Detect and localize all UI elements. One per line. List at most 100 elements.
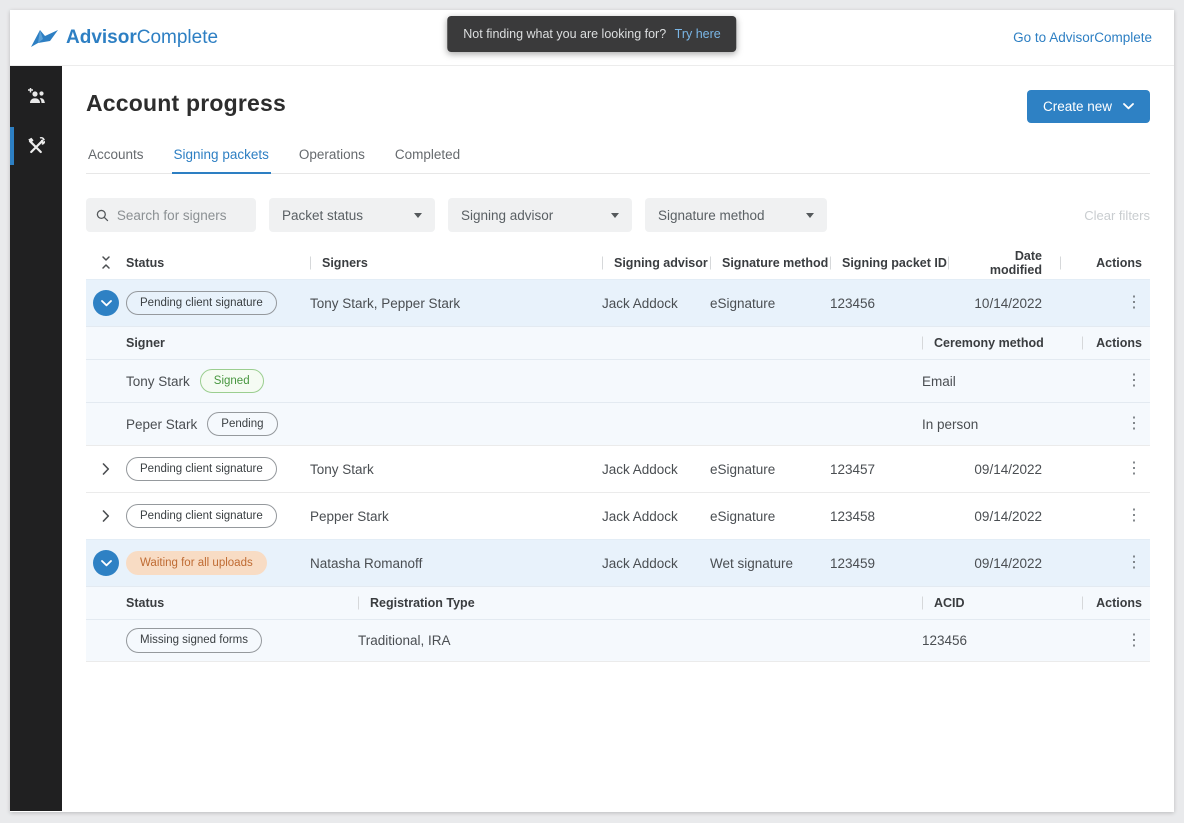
signer-subtable-header: Signer Ceremony method Actions — [86, 326, 1150, 359]
cell-signing-advisor: Jack Addock — [602, 461, 678, 477]
signer-status-badge: Pending — [207, 411, 278, 437]
chevron-down-icon — [100, 299, 112, 306]
cell-acid: 123456 — [922, 633, 968, 648]
account-actions-menu[interactable]: ⋮ — [1126, 632, 1142, 649]
cell-signature-method: Wet signature — [710, 555, 794, 571]
account-subtable-header: Status Registration Type ACID Actions — [86, 586, 1150, 619]
page-title: Account progress — [86, 90, 287, 116]
packet-row-4: Waiting for all uploads Natasha Romanoff… — [86, 539, 1150, 586]
tab-completed[interactable]: Completed — [393, 141, 462, 173]
signing-packets-table: Status Signers Signing advisor Signature… — [86, 246, 1150, 662]
col-status[interactable]: Status — [126, 256, 310, 270]
signer-actions-menu[interactable]: ⋮ — [1126, 415, 1142, 432]
expand-row-button[interactable] — [102, 463, 110, 475]
cell-signers: Tony Stark, Pepper Stark — [310, 295, 461, 311]
expand-row-button[interactable] — [102, 510, 110, 522]
brand-logo[interactable]: AdvisorComplete — [10, 27, 218, 49]
help-tooltip: Not finding what you are looking for? Tr… — [447, 16, 737, 52]
cell-packet-id: 123457 — [830, 461, 876, 477]
top-header: AdvisorComplete Not finding what you are… — [10, 10, 1174, 66]
brand-text: AdvisorComplete — [66, 27, 218, 49]
signer-row-1: Tony Stark Signed Email ⋮ — [86, 359, 1150, 402]
table-header-row: Status Signers Signing advisor Signature… — [86, 246, 1150, 279]
col-packet-id[interactable]: Signing packet ID — [830, 256, 948, 270]
try-here-link[interactable]: Try here — [675, 27, 721, 41]
status-badge: Waiting for all uploads — [126, 550, 267, 576]
sidebar-item-add-team[interactable] — [10, 78, 62, 114]
collapse-row-button[interactable] — [93, 290, 119, 316]
status-badge: Pending client signature — [126, 290, 277, 316]
cell-signers: Tony Stark — [310, 461, 374, 477]
col-signing-advisor[interactable]: Signing advisor — [602, 256, 710, 270]
brand-light: Complete — [136, 26, 219, 48]
packet-row-2: Pending client signature Tony Stark Jack… — [86, 445, 1150, 492]
cell-signers: Natasha Romanoff — [310, 555, 423, 571]
signer-name: Peper Stark — [126, 416, 198, 432]
cell-ceremony-method: In person — [922, 416, 979, 432]
row-actions-menu[interactable]: ⋮ — [1126, 294, 1142, 311]
chevron-right-icon — [102, 510, 110, 522]
cell-packet-id: 123456 — [830, 295, 876, 311]
add-team-icon — [28, 87, 45, 103]
packet-status-dropdown[interactable]: Packet status — [269, 198, 435, 232]
search-box — [86, 198, 256, 232]
cell-registration-type: Traditional, IRA — [358, 633, 451, 648]
col-signers[interactable]: Signers — [310, 256, 602, 270]
tab-signing-packets[interactable]: Signing packets — [171, 141, 271, 174]
main-content: Account progress Create new Accounts Sig… — [62, 66, 1174, 811]
cell-signature-method: eSignature — [710, 295, 776, 311]
caret-down-icon — [414, 212, 422, 218]
chevron-down-icon — [1123, 103, 1134, 110]
cell-ceremony-method: Email — [922, 373, 956, 389]
col-date-modified[interactable]: Date modified — [948, 249, 1060, 277]
packet-status-label: Packet status — [282, 207, 364, 223]
cell-signing-advisor: Jack Addock — [602, 508, 678, 524]
row-actions-menu[interactable]: ⋮ — [1126, 460, 1142, 477]
status-badge: Pending client signature — [126, 503, 277, 529]
brand-bird-icon — [31, 29, 58, 47]
collapse-all-button[interactable] — [100, 255, 112, 270]
cell-date-modified: 09/14/2022 — [974, 461, 1042, 477]
packet-row-3: Pending client signature Pepper Stark Ja… — [86, 492, 1150, 539]
create-new-label: Create new — [1042, 99, 1112, 114]
tab-operations[interactable]: Operations — [297, 141, 367, 173]
tabs-bar: Accounts Signing packets Operations Comp… — [86, 141, 1150, 174]
signature-method-dropdown[interactable]: Signature method — [645, 198, 827, 232]
cell-signing-advisor: Jack Addock — [602, 555, 678, 571]
signing-advisor-dropdown[interactable]: Signing advisor — [448, 198, 632, 232]
search-icon — [96, 209, 109, 221]
cell-signature-method: eSignature — [710, 508, 776, 524]
cell-date-modified: 09/14/2022 — [974, 508, 1042, 524]
cell-packet-id: 123458 — [830, 508, 876, 524]
brand-bold: Advisor — [66, 26, 137, 48]
search-input[interactable] — [116, 207, 246, 223]
cell-signing-advisor: Jack Addock — [602, 295, 678, 311]
col-actions: Actions — [1082, 596, 1150, 610]
account-status-badge: Missing signed forms — [126, 628, 263, 653]
col-actions: Actions — [1060, 256, 1150, 270]
packet-row-1: Pending client signature Tony Stark, Pep… — [86, 279, 1150, 326]
account-row-1: Missing signed forms Traditional, IRA 12… — [86, 619, 1150, 662]
clear-filters-button[interactable]: Clear filters — [1084, 208, 1150, 223]
sidebar-item-tools[interactable] — [10, 127, 62, 165]
row-actions-menu[interactable]: ⋮ — [1126, 554, 1142, 571]
tab-accounts[interactable]: Accounts — [86, 141, 146, 173]
collapse-row-button[interactable] — [93, 550, 119, 576]
go-to-advisorcomplete-link[interactable]: Go to AdvisorComplete — [1013, 30, 1174, 45]
caret-down-icon — [806, 212, 814, 218]
caret-down-icon — [611, 212, 619, 218]
row-actions-menu[interactable]: ⋮ — [1126, 507, 1142, 524]
signer-status-badge: Signed — [199, 368, 264, 394]
col-actions: Actions — [1082, 336, 1150, 350]
create-new-button[interactable]: Create new — [1026, 90, 1150, 123]
signer-row-2: Peper Stark Pending In person ⋮ — [86, 402, 1150, 445]
signing-advisor-label: Signing advisor — [461, 207, 554, 223]
signer-name: Tony Stark — [126, 373, 190, 389]
chevron-down-icon — [100, 559, 112, 566]
tools-icon — [28, 137, 45, 154]
col-signature-method[interactable]: Signature method — [710, 256, 830, 270]
col-acid: ACID — [922, 596, 1082, 610]
signer-actions-menu[interactable]: ⋮ — [1126, 372, 1142, 389]
collapse-all-icon — [102, 256, 110, 269]
tooltip-text: Not finding what you are looking for? — [463, 27, 667, 41]
